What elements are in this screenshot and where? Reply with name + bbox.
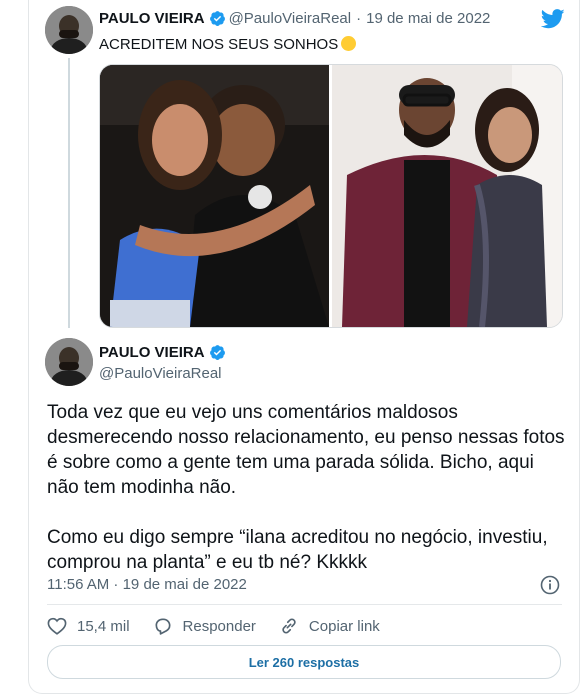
photo-couple-party[interactable]: [100, 65, 329, 327]
tweet-timestamp[interactable]: 11:56 AM · 19 de mai de 2022: [47, 576, 247, 593]
copy-link-label: Copiar link: [308, 617, 380, 635]
tweet-body: Toda vez que eu vejo uns comentários mal…: [47, 400, 567, 600]
tweet-actions: 15,4 mil Responder Copiar link: [47, 614, 403, 638]
verified-badge-icon: [209, 345, 225, 360]
like-button[interactable]: 15,4 mil: [47, 617, 130, 635]
tweet-text: ACREDITEM NOS SEUS SONHOS: [99, 34, 357, 53]
thread-line: [68, 58, 70, 328]
laughing-emoji-icon: [341, 36, 357, 51]
read-replies-button[interactable]: Ler 260 respostas: [47, 645, 561, 679]
separator-dot: ·: [356, 10, 362, 27]
verified-badge-icon: [209, 11, 225, 26]
photo-grid: [99, 64, 563, 328]
avatar[interactable]: [45, 338, 93, 386]
reply-button[interactable]: Responder: [153, 616, 256, 636]
photo-couple-formal[interactable]: [332, 65, 562, 327]
like-count: 15,4 mil: [77, 617, 130, 635]
tweet-paragraph: Como eu digo sempre “ilana acreditou no …: [47, 527, 548, 573]
main-tweet-author: PAULO VIEIRA: [99, 344, 229, 361]
tweet-text-content: ACREDITEM NOS SEUS SONHOS: [99, 36, 339, 53]
heart-icon: [47, 617, 67, 635]
reply-label: Responder: [182, 617, 256, 635]
avatar[interactable]: [45, 6, 93, 54]
reply-icon: [155, 618, 171, 635]
tweet-paragraph: Toda vez que eu vejo uns comentários mal…: [47, 402, 565, 498]
info-icon[interactable]: [540, 575, 560, 595]
author-name[interactable]: PAULO VIEIRA: [99, 10, 205, 27]
link-icon: [282, 618, 296, 634]
twitter-bird-icon[interactable]: [541, 9, 565, 29]
author-handle[interactable]: @PauloVieiraReal: [99, 365, 222, 382]
tweet-header: PAULO VIEIRA @PauloVieiraReal · 19 de ma…: [99, 10, 490, 27]
embedded-tweet-card: PAULO VIEIRA @PauloVieiraReal · 19 de ma…: [28, 0, 580, 694]
copy-link-button[interactable]: Copiar link: [279, 616, 380, 636]
divider: [47, 604, 562, 605]
author-name[interactable]: PAULO VIEIRA: [99, 344, 205, 361]
author-handle[interactable]: @PauloVieiraReal: [229, 10, 352, 27]
tweet-date[interactable]: 19 de mai de 2022: [366, 10, 490, 27]
